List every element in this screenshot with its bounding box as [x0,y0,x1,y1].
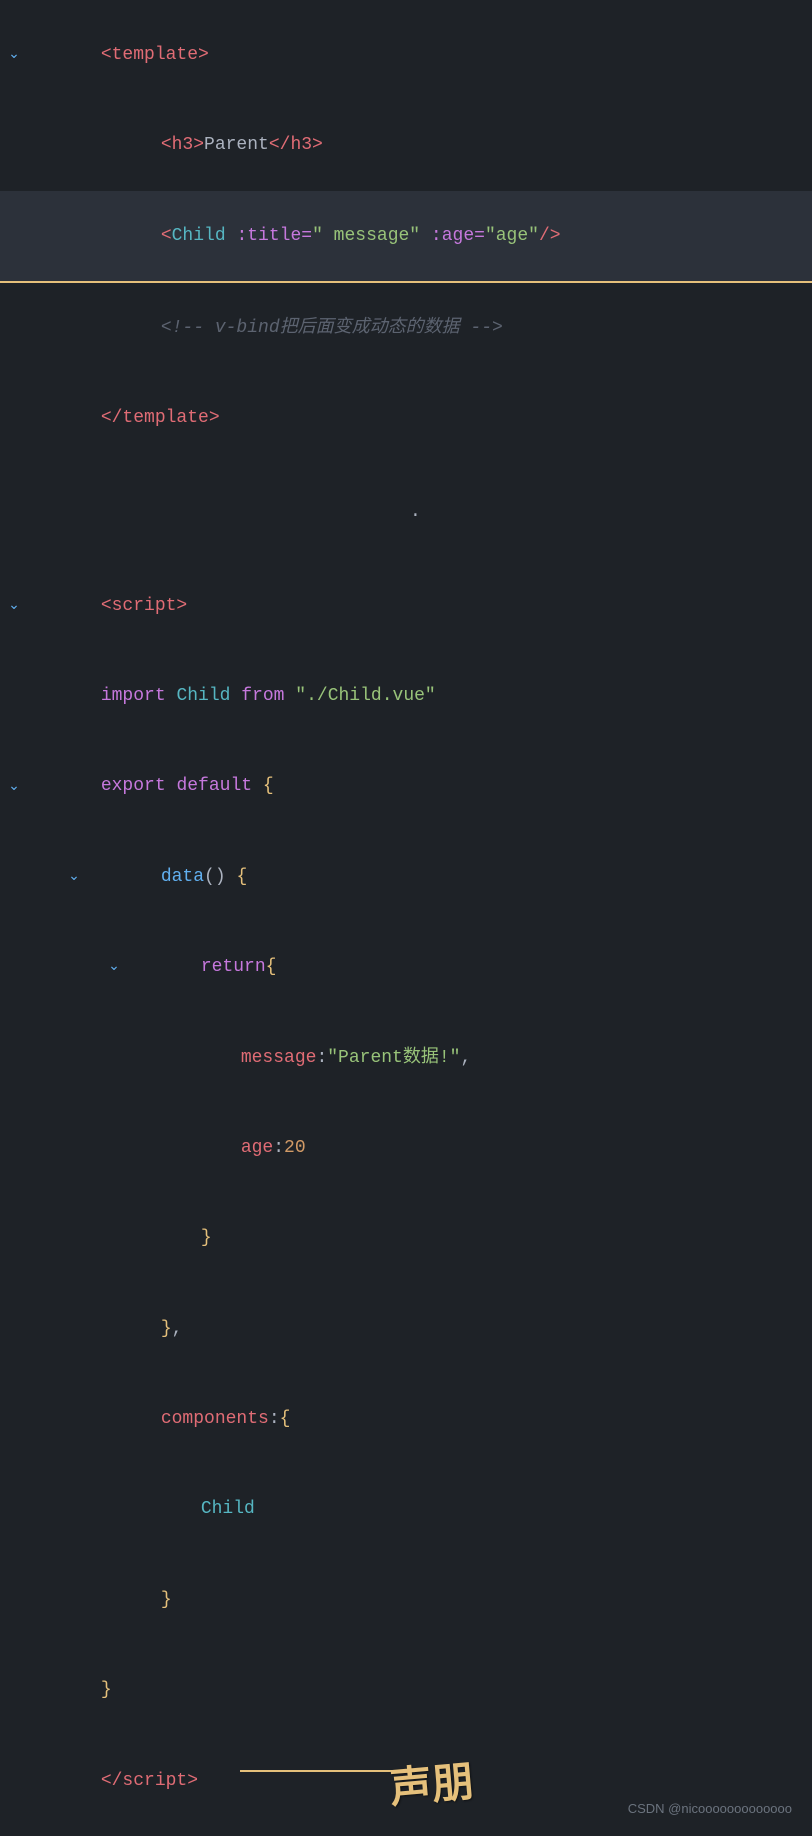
footer-text: CSDN @nicooooooooooooo [628,1801,792,1816]
line-content-13: return{ [128,924,812,1010]
import-keyword: import [101,686,166,706]
code-line-blank1 [0,464,812,496]
line-content-4: <!-- v-bind把后面变成动态的数据 --> [88,285,812,371]
line-content-10: import Child from "./Child.vue" [28,653,812,739]
data-method: data [161,867,204,887]
gutter-13: ⌄ [100,956,128,978]
brace-close-data: } [161,1319,172,1339]
script-close: </script> [101,1771,198,1791]
code-line-20: } [0,1555,812,1645]
code-line-4: <!-- v-bind把后面变成动态的数据 --> [0,283,812,373]
age-bind: :age= [431,226,485,246]
tag-bracket-open: < [101,45,112,65]
code-line-3: <Child :title=" message" :age="age"/> [0,191,812,283]
code-line-dot: . [0,496,812,529]
h3-close: </h3> [269,135,323,155]
code-line-21: } [0,1645,812,1735]
gutter-1: ⌄ [0,44,28,66]
brace-open-return: { [266,957,277,977]
footer-attribution: CSDN @nicooooooooooooo [628,1799,792,1820]
fold-chevron-12[interactable]: ⌄ [68,866,80,888]
line-content-1: <template> [28,12,812,98]
template-close: </template> [101,408,220,428]
code-line-14: message:"Parent数据!", [0,1013,812,1103]
from-keyword: from [241,686,284,706]
line-content-19: Child [128,1467,812,1553]
child-tag-name: Child [172,226,226,246]
age-property: age [241,1138,273,1158]
code-line-10: import Child from "./Child.vue" [0,651,812,741]
parent-text: Parent [204,135,269,155]
brace-close-export: } [101,1680,112,1700]
child-tag-open: < [161,226,172,246]
message-value: "Parent数据!" [327,1048,460,1068]
self-close: /> [539,226,561,246]
line-content-17: }, [88,1286,812,1372]
code-line-1: ⌄ <template> [0,10,812,100]
code-line-9: ⌄ <script> [0,561,812,651]
gutter-12: ⌄ [60,866,88,888]
code-line-18: components:{ [0,1374,812,1464]
default-keyword: default [176,776,252,796]
line-content-18: components:{ [88,1376,812,1462]
code-line-16: } [0,1193,812,1283]
dot-separator: . [410,498,421,527]
tag-bracket-close: > [198,45,209,65]
line-content-3: <Child :title=" message" :age="age"/> [88,193,812,279]
title-value: " message" [312,226,420,246]
annotation-text: 声朋 [387,1750,477,1824]
code-editor: ⌄ <template> <h3>Parent</h3> <Child :tit… [0,0,812,1836]
code-line-17: }, [0,1284,812,1374]
fold-chevron-1[interactable]: ⌄ [8,44,20,66]
age-number: 20 [284,1138,306,1158]
brace-close-return: } [201,1228,212,1248]
template-tag: template [112,45,198,65]
brace-close-components: } [161,1590,172,1610]
import-path: "./Child.vue" [295,686,435,706]
annotation-underline [240,1770,400,1772]
code-line-5: </template> [0,374,812,464]
line-content-11: export default { [28,744,812,830]
gutter-9: ⌄ [0,595,28,617]
line-content-2: <h3>Parent</h3> [88,102,812,188]
line-content-14: message:"Parent数据!", [168,1015,812,1101]
age-value: "age" [485,226,539,246]
code-line-11: ⌄ export default { [0,742,812,832]
code-line-2: <h3>Parent</h3> [0,100,812,190]
return-keyword: return [201,957,266,977]
fold-chevron-9[interactable]: ⌄ [8,595,20,617]
h3-open: <h3> [161,135,204,155]
title-bind: :title= [236,226,312,246]
line-content-21: } [28,1647,812,1733]
line-content-20: } [88,1557,812,1643]
message-property: message [241,1048,317,1068]
fold-chevron-11[interactable]: ⌄ [8,776,20,798]
child-component-ref: Child [201,1499,255,1519]
annotation-container: 声朋 [390,1753,474,1820]
code-line-blank2 [0,529,812,561]
vbind-comment: <!-- v-bind把后面变成动态的数据 --> [161,318,503,338]
brace-open-data: { [236,867,247,887]
code-line-15: age:20 [0,1103,812,1193]
code-line-13: ⌄ return{ [0,922,812,1012]
brace-open-export: { [263,776,274,796]
line-content-5: </template> [28,376,812,462]
import-child-name: Child [176,686,230,706]
code-line-19: Child [0,1465,812,1555]
fold-chevron-13[interactable]: ⌄ [108,956,120,978]
script-open: <script> [101,596,187,616]
export-keyword: export [101,776,166,796]
components-property: components [161,1409,269,1429]
line-content-12: data() { [88,834,812,920]
line-content-15: age:20 [168,1105,812,1191]
line-content-9: <script> [28,563,812,649]
line-content-16: } [128,1195,812,1281]
gutter-11: ⌄ [0,776,28,798]
brace-open-components: { [280,1409,291,1429]
code-line-12: ⌄ data() { [0,832,812,922]
